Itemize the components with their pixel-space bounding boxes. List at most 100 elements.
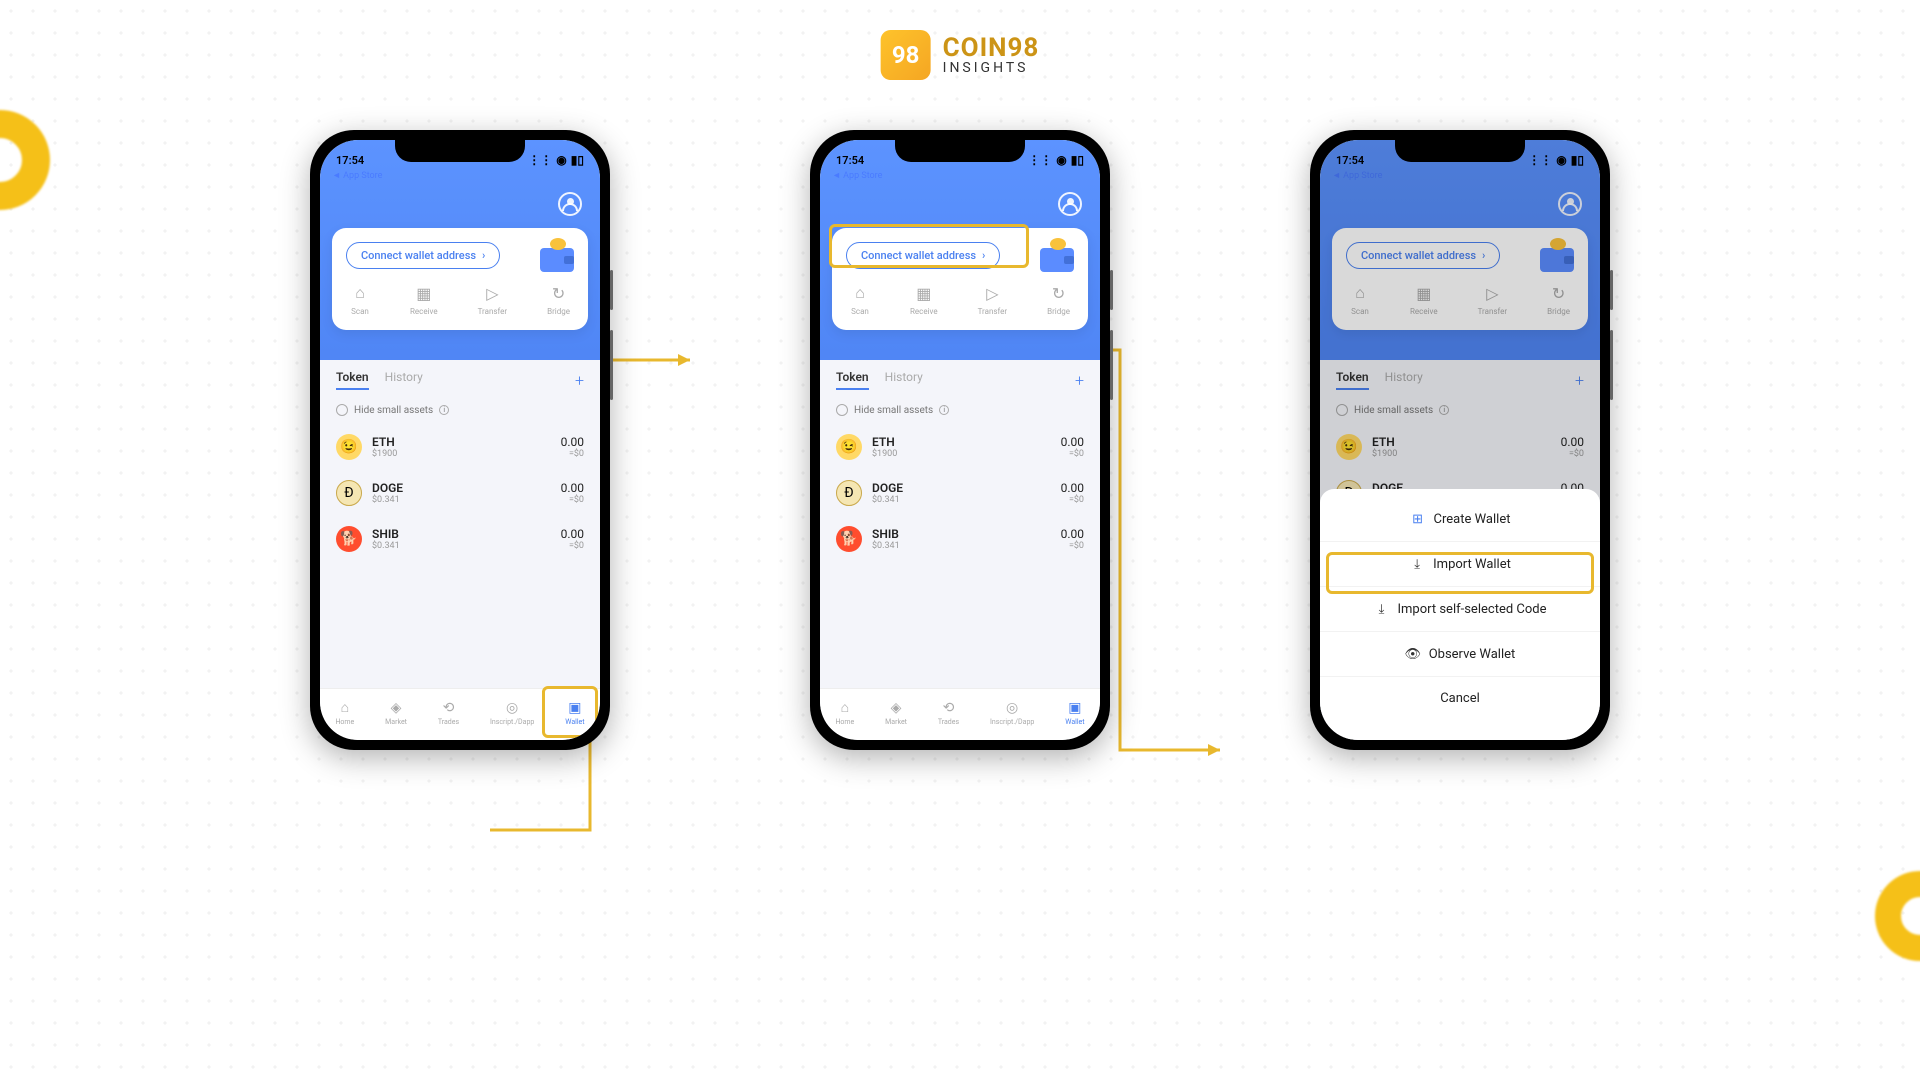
nav-market[interactable]: ◈Market bbox=[385, 700, 407, 726]
shib-icon: 🐕 bbox=[836, 526, 862, 552]
info-icon: i bbox=[439, 405, 449, 415]
scan-icon: ⌂ bbox=[850, 283, 870, 303]
nav-home[interactable]: ⌂Home bbox=[835, 699, 854, 726]
battery-icon: ▮▯ bbox=[1571, 153, 1584, 167]
main-content: Token History + Hide small assets i 😉ETH… bbox=[820, 360, 1100, 688]
hide-label: Hide small assets bbox=[354, 405, 433, 416]
token-row-eth[interactable]: 😉ETH$1900 0.00=$0 bbox=[832, 424, 1088, 470]
send-icon: ▷ bbox=[982, 283, 1002, 303]
tab-token[interactable]: Token bbox=[336, 370, 369, 390]
eth-icon: 😉 bbox=[836, 434, 862, 460]
doge-icon: Ð bbox=[336, 480, 362, 506]
market-icon: ◈ bbox=[391, 700, 402, 716]
tab-token[interactable]: Token bbox=[836, 370, 869, 390]
nav-inscript[interactable]: ◎Inscript./Dapp bbox=[990, 700, 1034, 726]
connect-wallet-button[interactable]: Connect wallet address › bbox=[846, 242, 1000, 269]
physical-button bbox=[1110, 330, 1113, 400]
nav-market[interactable]: ◈Market bbox=[885, 700, 907, 726]
action-bridge[interactable]: ↻Bridge bbox=[1047, 283, 1070, 316]
connect-wallet-button[interactable]: Connect wallet address › bbox=[346, 242, 500, 269]
nav-home[interactable]: ⌂Home bbox=[335, 699, 354, 726]
decorative-ring-right bbox=[1875, 871, 1920, 961]
quick-actions: ⌂Scan ▦Receive ▷Transfer ↻Bridge bbox=[846, 283, 1074, 316]
brand-icon: 98 bbox=[881, 30, 931, 80]
notch bbox=[395, 140, 525, 162]
hide-small-assets-row[interactable]: Hide small assets i bbox=[832, 396, 1088, 424]
hide-small-assets-row[interactable]: Hide small assets i bbox=[332, 396, 588, 424]
tabs: Token History bbox=[836, 370, 923, 390]
tabs-row: Token History + bbox=[832, 360, 1088, 396]
action-transfer[interactable]: ▷Transfer bbox=[478, 283, 508, 316]
nav-trades[interactable]: ⟲Trades bbox=[938, 700, 959, 726]
home-icon: ⌂ bbox=[341, 699, 349, 716]
wifi-icon: ◉ bbox=[1056, 153, 1066, 167]
token-row-shib[interactable]: 🐕SHIB$0.341 0.00=$0 bbox=[332, 516, 588, 562]
wallet-illustration bbox=[536, 236, 578, 274]
connect-label: Connect wallet address bbox=[861, 249, 976, 262]
add-token-icon[interactable]: + bbox=[1075, 371, 1084, 390]
sheet-observe-wallet[interactable]: 👁Observe Wallet bbox=[1320, 632, 1600, 677]
info-icon: i bbox=[939, 405, 949, 415]
battery-icon: ▮▯ bbox=[571, 153, 584, 167]
wallet-illustration bbox=[1036, 236, 1078, 274]
profile-icon[interactable] bbox=[1058, 192, 1082, 216]
chevron-right-icon: › bbox=[482, 249, 485, 262]
trades-icon: ⟲ bbox=[943, 700, 955, 716]
token-row-eth[interactable]: 😉ETH$1900 0.00=$0 bbox=[332, 424, 588, 470]
brand-text: COIN98 INSIGHTS bbox=[943, 35, 1040, 75]
plus-square-icon: ⊞ bbox=[1410, 511, 1426, 527]
bridge-icon: ↻ bbox=[549, 283, 569, 303]
action-scan[interactable]: ⌂Scan bbox=[350, 283, 370, 316]
status-time: 17:54 bbox=[1336, 154, 1364, 167]
action-receive[interactable]: ▦Receive bbox=[410, 283, 438, 316]
radio-icon bbox=[336, 404, 348, 416]
phone-step-2: 17:54 ⋮⋮◉▮▯ ◄ App Store Connect wallet a… bbox=[810, 130, 1110, 750]
add-token-icon[interactable]: + bbox=[575, 371, 584, 390]
nav-trades[interactable]: ⟲Trades bbox=[438, 700, 459, 726]
status-icons: ⋮⋮◉▮▯ bbox=[1528, 153, 1584, 167]
dapp-icon: ◎ bbox=[1006, 700, 1018, 716]
token-row-doge[interactable]: ÐDOGE$0.341 0.00=$0 bbox=[832, 470, 1088, 516]
nav-inscript[interactable]: ◎Inscript./Dapp bbox=[490, 700, 534, 726]
tab-history[interactable]: History bbox=[385, 370, 423, 390]
qr-icon: ▦ bbox=[414, 283, 434, 303]
brand-logo: 98 COIN98 INSIGHTS bbox=[881, 30, 1040, 80]
eth-icon: 😉 bbox=[336, 434, 362, 460]
chevron-right-icon: › bbox=[982, 249, 985, 262]
token-row-doge[interactable]: ÐDOGE$0.341 0.00=$0 bbox=[332, 470, 588, 516]
sheet-import-wallet[interactable]: ⤓Import Wallet bbox=[1320, 542, 1600, 587]
physical-button bbox=[1610, 270, 1613, 310]
wifi-icon: ◉ bbox=[1556, 153, 1566, 167]
wallet-icon: ▣ bbox=[1068, 700, 1081, 716]
download-icon: ⤓ bbox=[1374, 601, 1390, 617]
action-sheet: ⊞Create Wallet ⤓Import Wallet ⤓Import se… bbox=[1320, 489, 1600, 740]
send-icon: ▷ bbox=[482, 283, 502, 303]
bridge-icon: ↻ bbox=[1049, 283, 1069, 303]
hide-label: Hide small assets bbox=[854, 405, 933, 416]
screen-3: 17:54 ⋮⋮◉▮▯ ◄ App Store Connect wallet a… bbox=[1320, 140, 1600, 740]
sheet-import-code[interactable]: ⤓Import self-selected Code bbox=[1320, 587, 1600, 632]
quick-actions: ⌂Scan ▦Receive ▷Transfer ↻Bridge bbox=[346, 283, 574, 316]
qr-icon: ▦ bbox=[914, 283, 934, 303]
action-receive[interactable]: ▦Receive bbox=[910, 283, 938, 316]
nav-wallet[interactable]: ▣Wallet bbox=[565, 700, 584, 726]
action-transfer[interactable]: ▷Transfer bbox=[978, 283, 1008, 316]
sheet-create-wallet[interactable]: ⊞Create Wallet bbox=[1320, 497, 1600, 542]
token-row-shib[interactable]: 🐕SHIB$0.341 0.00=$0 bbox=[832, 516, 1088, 562]
market-icon: ◈ bbox=[891, 700, 902, 716]
action-scan[interactable]: ⌂Scan bbox=[850, 283, 870, 316]
action-bridge[interactable]: ↻Bridge bbox=[547, 283, 570, 316]
signal-icon: ⋮⋮ bbox=[528, 153, 552, 167]
profile-icon[interactable] bbox=[558, 192, 582, 216]
tab-history[interactable]: History bbox=[885, 370, 923, 390]
connect-label: Connect wallet address bbox=[361, 249, 476, 262]
main-content: Token History + Hide small assets i 😉ETH… bbox=[320, 360, 600, 688]
bottom-nav: ⌂Home ◈Market ⟲Trades ◎Inscript./Dapp ▣W… bbox=[820, 688, 1100, 740]
brand-sub: INSIGHTS bbox=[943, 61, 1040, 75]
physical-button bbox=[1110, 270, 1113, 310]
dapp-icon: ◎ bbox=[506, 700, 518, 716]
nav-wallet[interactable]: ▣Wallet bbox=[1065, 700, 1084, 726]
scan-icon: ⌂ bbox=[350, 283, 370, 303]
sheet-cancel[interactable]: Cancel bbox=[1320, 677, 1600, 720]
eye-icon: 👁 bbox=[1405, 646, 1421, 662]
